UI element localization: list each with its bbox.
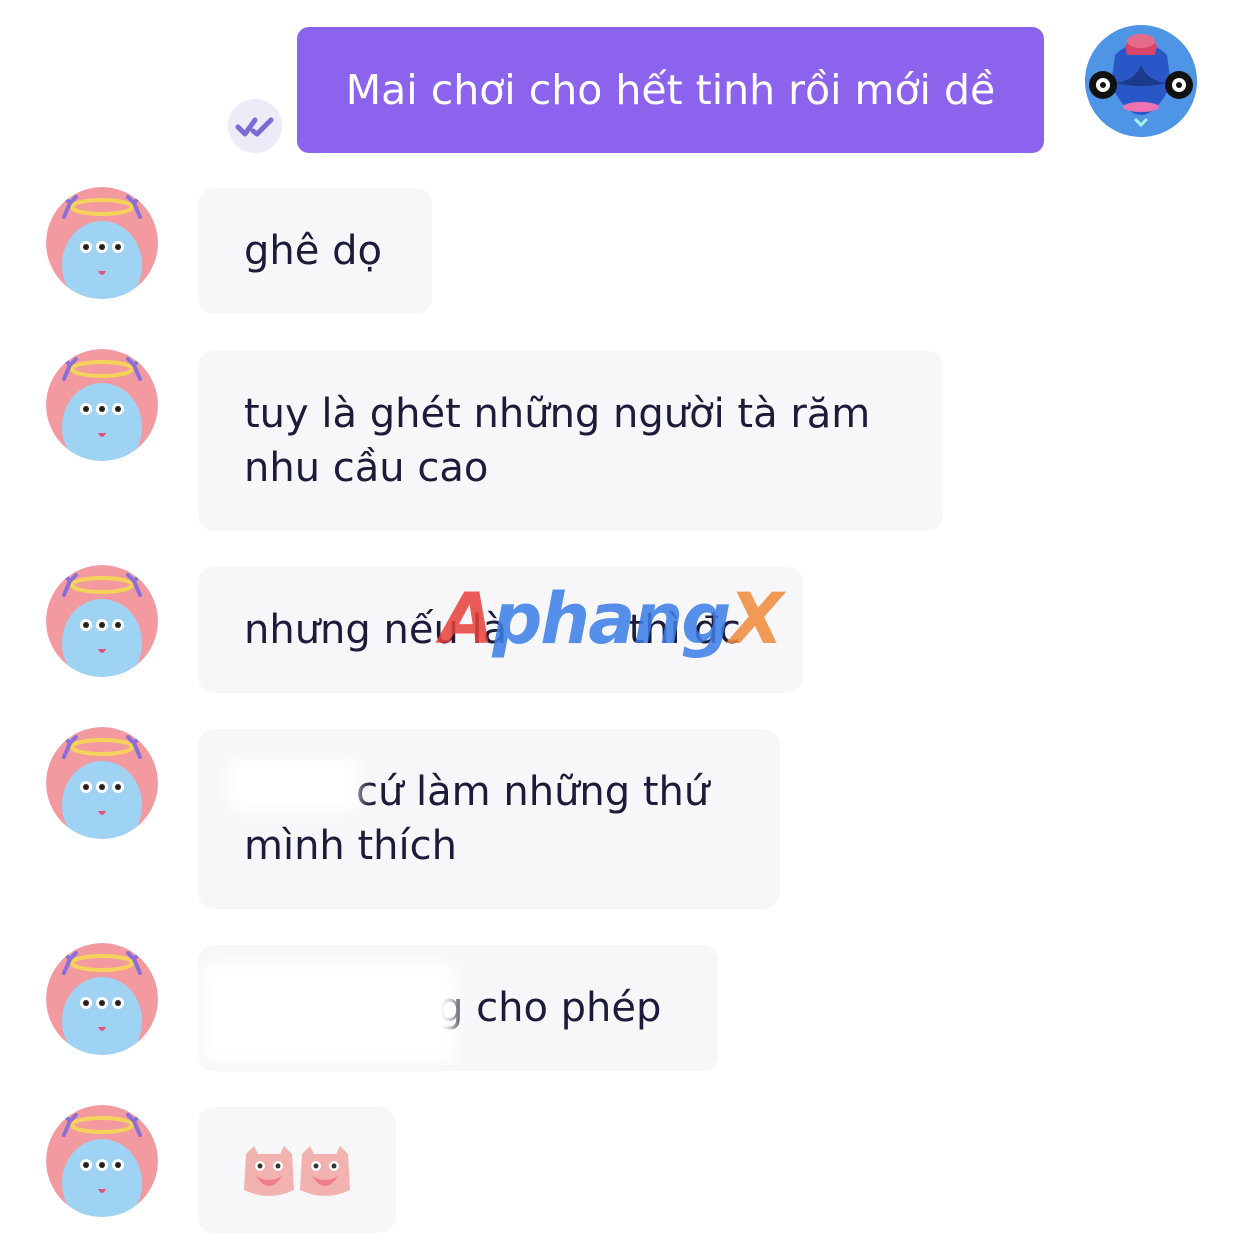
monster-avatar-icon	[46, 1105, 158, 1217]
owl-sticker-icon	[244, 1146, 350, 1196]
monster-avatar-icon	[46, 187, 158, 299]
seen-indicator	[228, 99, 282, 153]
blue-monster-avatar-icon	[1085, 25, 1197, 137]
monster-avatar-icon	[46, 349, 158, 461]
monster-avatar-icon	[46, 943, 158, 1055]
monster-avatar-icon	[46, 565, 158, 677]
sender-avatar[interactable]	[46, 187, 158, 299]
outgoing-message-bubble[interactable]: Mai chơi cho hết tinh rồi mới dề	[297, 27, 1044, 153]
incoming-message-bubble[interactable]: nhưng nếu là thì đc	[198, 567, 803, 693]
incoming-message-bubble[interactable]: g cho phép	[198, 945, 718, 1071]
message-text-part: thì đc	[628, 607, 741, 653]
message-text: ghê dọ	[244, 228, 382, 274]
message-text: tuy là ghét những người tà răm nhu cầu c…	[244, 387, 870, 495]
sender-avatar[interactable]	[46, 1105, 158, 1217]
sender-avatar[interactable]	[46, 565, 158, 677]
message-line: tuy là ghét những người tà răm	[244, 391, 871, 437]
monster-avatar-icon	[46, 727, 158, 839]
double-check-icon	[235, 117, 274, 137]
message-text: g cho phép	[438, 985, 662, 1031]
incoming-message-bubble[interactable]	[198, 1107, 396, 1233]
redaction-blur	[228, 759, 358, 811]
message-line: cứ làm những thứ	[356, 769, 710, 815]
sender-avatar[interactable]	[46, 349, 158, 461]
my-avatar[interactable]	[1085, 25, 1197, 137]
incoming-message-bubble[interactable]: ghê dọ	[198, 188, 432, 314]
message-line: nhu cầu cao	[244, 445, 489, 491]
message-line: mình thích	[244, 823, 457, 869]
incoming-message-bubble[interactable]: cứ làm những thứ mình thích	[198, 729, 780, 909]
message-text: nhưng nếu là thì đc	[244, 603, 741, 657]
sender-avatar[interactable]	[46, 727, 158, 839]
redaction-blur	[204, 963, 456, 1063]
sender-avatar[interactable]	[46, 943, 158, 1055]
outgoing-message-text: Mai chơi cho hết tinh rồi mới dề	[345, 66, 996, 114]
incoming-message-bubble[interactable]: tuy là ghét những người tà răm nhu cầu c…	[198, 351, 943, 531]
message-text-part: nhưng nếu là	[244, 607, 508, 653]
